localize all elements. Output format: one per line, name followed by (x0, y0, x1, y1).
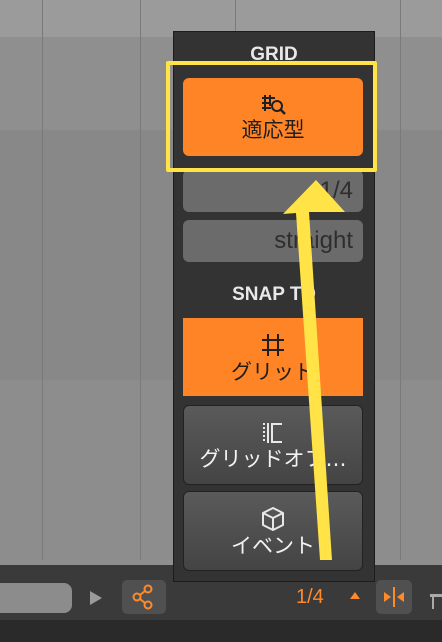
nodes-button[interactable] (122, 580, 166, 614)
grid-line (42, 0, 43, 560)
grid-value-display[interactable]: 1/4 (296, 586, 324, 609)
snap-grid-button[interactable]: グリッド (183, 318, 363, 396)
snap-grid-offset-label: グリッドオフ… (199, 446, 347, 471)
bottom-strip (0, 620, 442, 642)
snap-section-title: SNAP TO (232, 284, 316, 305)
grid-rate-field[interactable]: 1/4 (183, 170, 363, 212)
snap-events-label: イベント (231, 533, 315, 558)
grid-offset-icon (263, 422, 282, 443)
grid-line (400, 0, 401, 560)
play-icon[interactable] (86, 588, 106, 608)
snap-grid-label: グリッド (231, 359, 315, 384)
cube-icon (262, 506, 284, 531)
horizontal-scrollbar[interactable] (0, 583, 72, 613)
grid-icon (262, 333, 284, 356)
snap-events-button[interactable]: イベント (183, 491, 363, 571)
highlight-box (166, 61, 377, 172)
tool-icon[interactable] (426, 590, 442, 610)
grid-type-field[interactable]: straight (183, 220, 363, 262)
grid-line (140, 0, 141, 560)
nodes-icon (132, 584, 153, 610)
snap-grid-offset-button[interactable]: グリッドオフ… (183, 405, 363, 485)
split-button[interactable] (376, 580, 412, 614)
grid-value-up-arrow[interactable] (350, 592, 360, 599)
split-icon (384, 587, 404, 607)
